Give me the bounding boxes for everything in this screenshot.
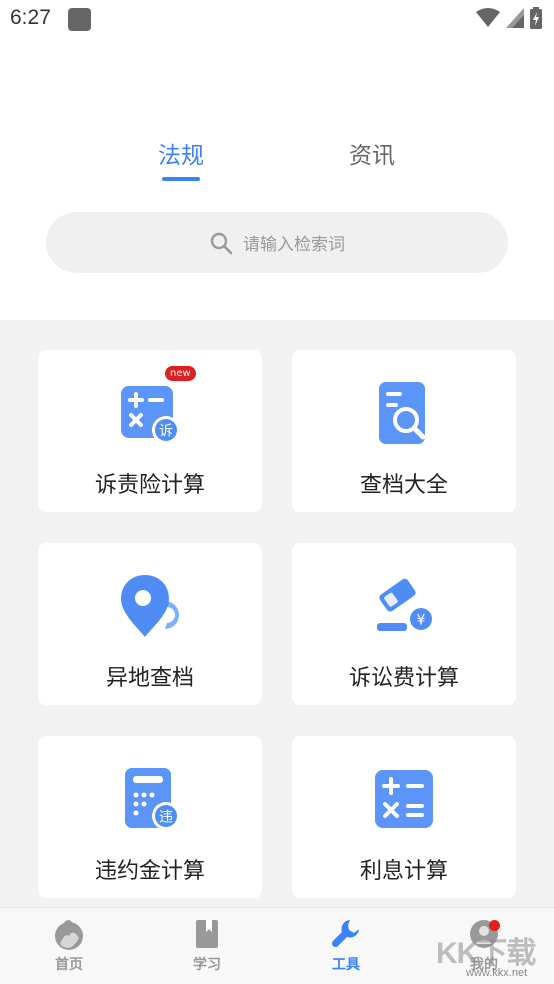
header-panel: 法规 资讯 请输入检索词 <box>0 40 554 320</box>
tab-active-indicator <box>162 177 200 181</box>
tool-card-file-inquiry[interactable]: 查档大全 <box>292 350 516 512</box>
tool-card-interest[interactable]: 利息计算 <box>292 736 516 898</box>
tool-card-penalty[interactable]: 违 违约金计算 <box>38 736 262 898</box>
calculator-badge-icon: 违 <box>125 768 180 830</box>
gavel-yen-icon: ¥ <box>377 578 435 633</box>
tool-label: 诉责险计算 <box>94 473 205 498</box>
icon-badge-text: ¥ <box>417 613 426 629</box>
battery-icon <box>530 7 542 29</box>
tool-label: 诉讼费计算 <box>348 666 459 691</box>
search-input[interactable]: 请输入检索词 <box>46 212 508 273</box>
icon-badge-text: 诉 <box>159 424 173 440</box>
tool-label: 违约金计算 <box>94 859 205 884</box>
watermark-logo: KK下载 <box>436 937 536 970</box>
book-icon <box>196 920 218 948</box>
nav-label: 首页 <box>55 957 83 973</box>
tool-card-remote-inquiry[interactable]: 异地查档 <box>38 543 262 705</box>
icon-badge-text: 违 <box>159 810 173 826</box>
document-search-icon <box>379 382 426 444</box>
wifi-icon <box>476 8 500 27</box>
nav-item-tools[interactable]: 工具 <box>306 918 386 974</box>
status-bar: 6:27 <box>0 0 554 40</box>
status-time: 6:27 <box>10 6 51 29</box>
nav-item-home[interactable]: 首页 <box>29 918 109 974</box>
app-notification-icon <box>68 8 91 31</box>
watermark-url: www.kkx.net <box>466 967 528 979</box>
tool-card-litigation-fee[interactable]: ¥ 诉讼费计算 <box>292 543 516 705</box>
tool-label: 利息计算 <box>359 859 448 884</box>
tab-laws[interactable]: 法规 <box>158 136 204 170</box>
watermark: KK下载 www.kkx.net <box>436 928 554 984</box>
nav-label: 学习 <box>193 957 221 973</box>
home-icon <box>55 920 83 950</box>
tool-label: 异地查档 <box>105 666 194 691</box>
location-pin-icon <box>121 575 179 637</box>
search-placeholder: 请输入检索词 <box>243 235 345 255</box>
nav-item-study[interactable]: 学习 <box>167 918 247 974</box>
tool-card-litigation-insurance[interactable]: new 诉 诉责险计算 <box>38 350 262 512</box>
wrench-icon <box>331 920 359 948</box>
signal-icon <box>506 8 524 28</box>
calculator-badge-icon: 诉 <box>121 386 180 444</box>
nav-label: 工具 <box>332 957 360 973</box>
status-indicators <box>476 7 542 29</box>
tab-news[interactable]: 资讯 <box>349 136 395 170</box>
tool-label: 查档大全 <box>359 473 448 498</box>
search-icon <box>210 232 233 254</box>
calculator-icon <box>375 770 433 828</box>
